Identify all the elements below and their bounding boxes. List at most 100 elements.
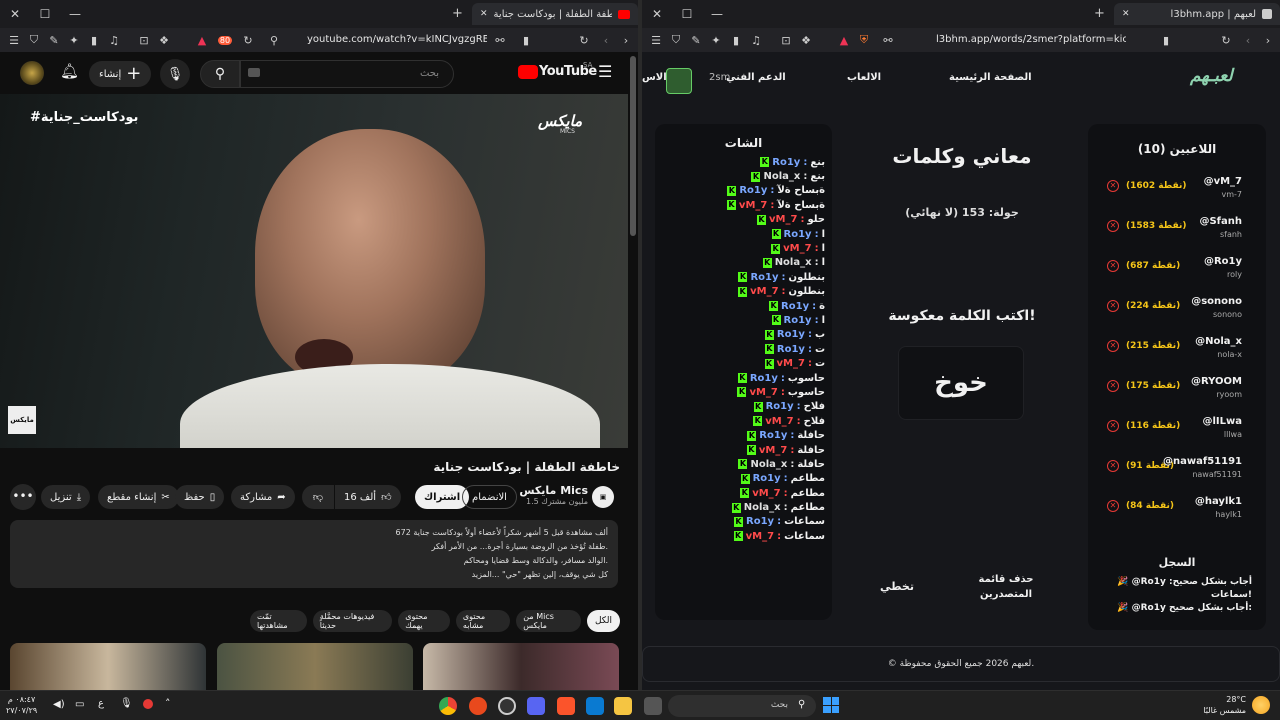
pin-icon[interactable]: ✎ (686, 30, 706, 50)
shield-icon[interactable]: ⛉ (666, 30, 686, 50)
tab-close-icon[interactable]: ✕ (480, 9, 488, 19)
remove-player-icon[interactable]: ✕ (1107, 500, 1119, 512)
chip-for-you[interactable]: محتوى يهمك (398, 610, 450, 632)
clock[interactable]: ٠٨:٤٧ م ٢٧/٠٧/٢٩ (6, 694, 37, 716)
page-scrollbar[interactable] (630, 56, 636, 236)
related-video-thumbnail[interactable] (217, 643, 413, 690)
music-icon[interactable]: ♫ (104, 30, 124, 50)
extensions-icon[interactable]: ❖ (796, 30, 816, 50)
dislike-button[interactable]: 👎︎ (302, 485, 334, 509)
chip-from-channel[interactable]: من Mics مايكس (516, 610, 581, 632)
address-bar[interactable]: l3bhm.app/words/2smer?platform=kick (936, 34, 1126, 45)
puzzle-icon[interactable]: ✦ (64, 30, 84, 50)
puzzle-icon[interactable]: ✦ (706, 30, 726, 50)
remove-player-icon[interactable]: ✕ (1107, 460, 1119, 472)
clear-leaderboard-button[interactable]: حذف قائمة المتصدرين (966, 572, 1046, 602)
related-video-thumbnail[interactable] (10, 643, 206, 690)
reload-icon[interactable]: ↻ (238, 30, 258, 50)
brave-shield-icon[interactable]: 80 (212, 30, 238, 50)
chip-all[interactable]: الكل (586, 610, 620, 632)
chip-recent[interactable]: فيديوهات محمَّلة حديثاً (312, 610, 393, 632)
refresh-icon[interactable]: ↻ (1216, 30, 1236, 50)
close-window-icon[interactable]: ✕ (0, 0, 30, 28)
user-avatar[interactable] (666, 68, 692, 94)
like-button[interactable]: 16 ألف 👍︎ (335, 485, 401, 509)
address-bar[interactable]: youtube.com/watch?v=kINCJvgzgRE&t=1... (307, 34, 487, 45)
create-button[interactable]: إنشاء + (89, 61, 152, 87)
channel-name[interactable]: مايكس Mics (519, 484, 588, 497)
nav-link-games[interactable]: الالعاب (847, 72, 881, 83)
remove-player-icon[interactable]: ✕ (1107, 420, 1119, 432)
download-button[interactable]: تنزيل ⤓ (41, 485, 91, 509)
screenshot-icon[interactable]: ⊡ (134, 30, 154, 50)
music-icon[interactable]: ♫ (746, 30, 766, 50)
remove-player-icon[interactable]: ✕ (1107, 260, 1119, 272)
remove-player-icon[interactable]: ✕ (1107, 220, 1119, 232)
new-tab-icon[interactable]: + (1094, 6, 1105, 21)
store-taskbar-icon[interactable] (586, 697, 604, 715)
share-button[interactable]: مشاركة ➦ (231, 485, 295, 509)
discord-taskbar-icon[interactable] (527, 697, 545, 715)
back-icon[interactable]: ‹ (596, 30, 616, 50)
sidebar-icon[interactable]: ▮ (84, 30, 104, 50)
start-button-icon[interactable] (823, 697, 839, 713)
bookmark-icon[interactable]: ▮ (516, 30, 536, 50)
notifications-bell-icon[interactable]: 🔔︎ (60, 62, 79, 80)
forward-icon[interactable]: › (1258, 30, 1278, 50)
tab-youtube[interactable]: خاطفة الطفلة | بودكاست جناية ✕ (472, 3, 638, 25)
channel-branding-icon[interactable]: مايكس (8, 406, 36, 434)
close-window-icon[interactable]: ✕ (642, 0, 672, 28)
pin-icon[interactable]: ✎ (44, 30, 64, 50)
brave-rewards-icon[interactable]: ▲ (834, 30, 854, 50)
menu-icon[interactable]: ☰ (646, 30, 666, 50)
site-logo[interactable]: لعبـهم (1190, 66, 1233, 86)
remove-player-icon[interactable]: ✕ (1107, 340, 1119, 352)
save-button[interactable]: حفظ ▯ (175, 485, 225, 509)
bookmark-icon[interactable]: ▮ (1156, 30, 1176, 50)
nav-link-support[interactable]: الدعم الفني (726, 72, 786, 83)
file-explorer-icon[interactable] (614, 697, 632, 715)
input-language[interactable]: ع (98, 698, 104, 709)
volume-icon[interactable]: ◀) (53, 699, 65, 710)
brave-taskbar-icon[interactable] (469, 697, 487, 715)
tab-close-icon[interactable]: ✕ (1122, 9, 1130, 19)
recording-tray-icon[interactable] (143, 699, 153, 709)
chip-watched[interactable]: تمّت مشاهدتها (250, 610, 307, 632)
maximize-window-icon[interactable]: ☐ (672, 0, 702, 28)
screenshot-icon[interactable]: ⊡ (776, 30, 796, 50)
nav-link-more[interactable]: الاس (642, 72, 667, 83)
share-page-icon[interactable]: ⚯ (490, 30, 510, 50)
hamburger-menu-icon[interactable]: ☰ (598, 62, 612, 81)
shield-icon[interactable]: ⛉ (24, 30, 44, 50)
forward-icon[interactable]: › (616, 30, 636, 50)
brave-shield-icon[interactable]: ⛨ (854, 30, 874, 50)
voice-search-icon[interactable]: 🎙︎ (160, 59, 190, 89)
brave-browser-taskbar-icon[interactable] (557, 697, 575, 715)
remove-player-icon[interactable]: ✕ (1107, 300, 1119, 312)
maximize-window-icon[interactable]: ☐ (30, 0, 60, 28)
network-icon[interactable]: ▭ (75, 699, 84, 710)
youtube-logo-icon[interactable] (518, 65, 538, 79)
keyboard-icon[interactable] (248, 68, 260, 77)
nav-link-home[interactable]: الصفحة الرئيسية (949, 72, 1032, 83)
new-tab-icon[interactable]: + (452, 6, 463, 21)
tab-l3bhm[interactable]: l3bhm.app | لعبهم ✕ (1114, 3, 1280, 25)
site-info-icon[interactable]: ⚲ (264, 30, 284, 50)
chip-similar[interactable]: محتوى مشابه (455, 610, 511, 632)
minimize-window-icon[interactable]: — (702, 0, 732, 28)
chrome-taskbar-icon[interactable] (439, 697, 457, 715)
channel-info[interactable]: مايكس Mics 1.5 مليون مشترك (519, 484, 588, 506)
remove-player-icon[interactable]: ✕ (1107, 180, 1119, 192)
taskbar-search[interactable]: بحث (668, 695, 816, 717)
search-button[interactable]: ⚲ (200, 60, 240, 88)
video-player[interactable]: #بودكاست_جناية مايكس MICS مايكس (0, 94, 628, 448)
menu-icon[interactable]: ☰ (4, 30, 24, 50)
back-icon[interactable]: ‹ (1238, 30, 1258, 50)
task-view-icon[interactable] (644, 697, 662, 715)
description-box[interactable]: 672 ألف مشاهدة قبل 5 أشهر شكراً لأعضاء أ… (10, 520, 618, 588)
more-actions-icon[interactable]: ••• (10, 484, 36, 510)
join-button[interactable]: الانضمام (462, 485, 517, 509)
remove-player-icon[interactable]: ✕ (1107, 380, 1119, 392)
site-info-icon[interactable]: ⚯ (878, 30, 898, 50)
brave-rewards-icon[interactable]: ▲ (192, 30, 212, 50)
